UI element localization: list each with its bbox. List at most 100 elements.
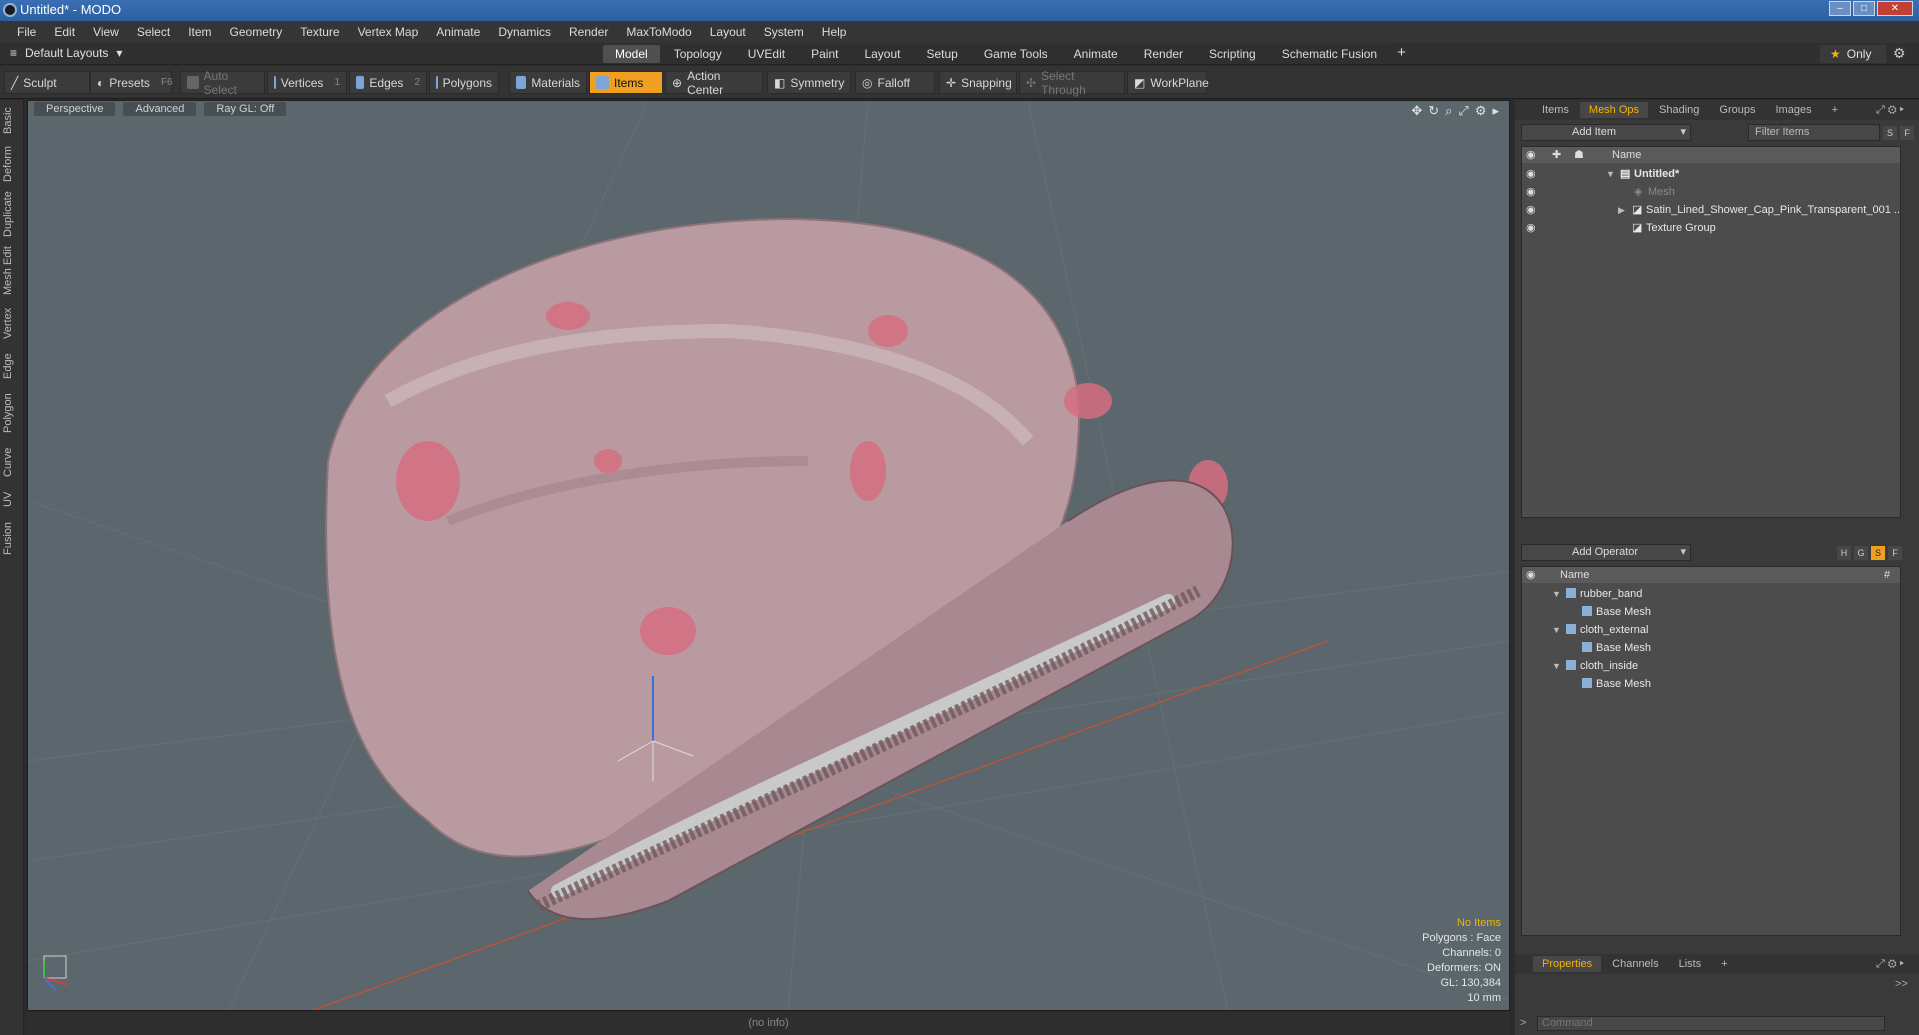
presets-button[interactable]: ◐ Presets F6 — [90, 71, 173, 94]
falloff-button[interactable]: ◎ Falloff — [855, 71, 935, 94]
tab-fusion[interactable]: Fusion — [2, 518, 22, 558]
rotate-icon[interactable]: ↻ — [1428, 103, 1439, 119]
edges-button[interactable]: Edges 2 — [349, 71, 427, 94]
tab-render[interactable]: Render — [1131, 45, 1196, 63]
tab-mesh-ops[interactable]: Mesh Ops — [1579, 102, 1649, 118]
tab-model[interactable]: Model — [603, 45, 660, 63]
tab-animate[interactable]: Animate — [1061, 45, 1130, 63]
tab-shading[interactable]: Shading — [1650, 102, 1708, 118]
eye-icon[interactable]: ◉ — [1526, 183, 1536, 201]
tab-deform[interactable]: Deform — [2, 144, 22, 184]
tab-properties[interactable]: Properties — [1533, 956, 1602, 972]
add-tab-button[interactable]: + — [1391, 45, 1412, 63]
tab-setup[interactable]: Setup — [914, 45, 970, 63]
menu-layout[interactable]: Layout — [701, 25, 755, 39]
menu-select[interactable]: Select — [128, 25, 179, 39]
tab-topology[interactable]: Topology — [661, 45, 734, 63]
add-item-dropdown[interactable]: Add Item ▾ — [1521, 124, 1691, 141]
tab-uv[interactable]: UV — [2, 488, 22, 510]
expand-triangle-icon[interactable]: ▼ — [1552, 585, 1561, 603]
zoom-icon[interactable]: ⌕ — [1445, 103, 1452, 119]
tab-uvedit[interactable]: UVEdit — [735, 45, 798, 63]
item-row-shower-cap[interactable]: ◉ ▶ ◪ Satin_Lined_Shower_Cap_Pink_Transp… — [1522, 201, 1900, 219]
expand-triangle-icon[interactable]: ▼ — [1552, 621, 1561, 639]
item-row-untitled[interactable]: ◉ ▼ ▤ Untitled* — [1522, 165, 1900, 183]
tab-curve[interactable]: Curve — [2, 444, 22, 480]
menu-system[interactable]: System — [755, 25, 813, 39]
meshops-h-button[interactable]: H — [1837, 546, 1851, 560]
shading-dropdown[interactable]: Advanced — [123, 102, 197, 116]
item-row-mesh[interactable]: ◉ ◈ Mesh — [1522, 183, 1900, 201]
meshops-f-button[interactable]: F — [1888, 546, 1902, 560]
select-through-button[interactable]: ✣ Select Through — [1019, 69, 1125, 97]
menu-file[interactable]: File — [8, 25, 45, 39]
tab-vertex[interactable]: Vertex — [2, 304, 22, 342]
tab-scripting[interactable]: Scripting — [1197, 45, 1268, 63]
only-toggle[interactable]: ★ Only — [1820, 45, 1886, 63]
panel-options-icon[interactable]: ⤢ ⚙ ▸ — [1867, 956, 1913, 973]
menu-render[interactable]: Render — [560, 25, 617, 39]
close-button[interactable]: ✕ — [1877, 1, 1913, 16]
expand-triangle-icon[interactable]: ▼ — [1552, 657, 1561, 675]
tab-groups[interactable]: Groups — [1710, 102, 1764, 118]
menu-item[interactable]: Item — [179, 25, 220, 39]
raygl-toggle[interactable]: Ray GL: Off — [204, 102, 287, 116]
snapping-button[interactable]: ✛ Snapping — [939, 71, 1017, 94]
add-operator-dropdown[interactable]: Add Operator ▾ — [1521, 544, 1691, 561]
tab-lists[interactable]: Lists — [1670, 956, 1711, 972]
filter-items-input[interactable]: Filter Items — [1748, 124, 1880, 141]
operator-row-cloth-external[interactable]: ▼ cloth_external — [1522, 621, 1900, 639]
menu-dynamics[interactable]: Dynamics — [489, 25, 560, 39]
tab-layout[interactable]: Layout — [852, 45, 913, 63]
tab-images[interactable]: Images — [1767, 102, 1821, 118]
3d-viewport[interactable]: Perspective Advanced Ray GL: Off ✥ ↻ ⌕ ⤢… — [27, 100, 1510, 1011]
menu-vertex-map[interactable]: Vertex Map — [349, 25, 428, 39]
expand-triangle-icon[interactable]: ▶ — [1618, 201, 1625, 219]
operator-row-base-mesh[interactable]: Base Mesh — [1522, 675, 1900, 693]
menu-geometry[interactable]: Geometry — [221, 25, 292, 39]
eye-icon[interactable]: ◉ — [1526, 219, 1536, 237]
symmetry-button[interactable]: ◧ Symmetry — [767, 71, 851, 94]
maximize-icon[interactable]: ⤢ — [1458, 103, 1468, 119]
menu-help[interactable]: Help — [813, 25, 856, 39]
command-input[interactable] — [1537, 1016, 1885, 1031]
eye-icon[interactable]: ◉ — [1526, 201, 1536, 219]
operator-row-base-mesh[interactable]: Base Mesh — [1522, 639, 1900, 657]
materials-button[interactable]: Materials — [509, 71, 587, 94]
tab-channels[interactable]: Channels — [1603, 956, 1667, 972]
maximize-button[interactable]: □ — [1853, 1, 1875, 16]
tab-items[interactable]: Items — [1533, 102, 1578, 118]
items-button[interactable]: Items — [589, 71, 663, 94]
action-center-button[interactable]: ⊕ Action Center — [665, 69, 763, 97]
gear-icon[interactable]: ⚙ — [1475, 103, 1487, 119]
meshops-g-button[interactable]: G — [1854, 546, 1868, 560]
add-tab-button[interactable]: + — [1823, 102, 1847, 118]
expand-panel-button[interactable]: >> — [1895, 978, 1908, 990]
layout-selector[interactable]: ≡ Default Layouts ▾ — [10, 46, 122, 60]
operator-row-cloth-inside[interactable]: ▼ cloth_inside — [1522, 657, 1900, 675]
tab-edge[interactable]: Edge — [2, 350, 22, 382]
menu-animate[interactable]: Animate — [427, 25, 489, 39]
auto-select-button[interactable]: Auto Select — [180, 69, 265, 97]
filter-f-button[interactable]: F — [1900, 126, 1914, 140]
view-type-dropdown[interactable]: Perspective — [34, 102, 116, 116]
operator-row-base-mesh[interactable]: Base Mesh — [1522, 603, 1900, 621]
tab-game-tools[interactable]: Game Tools — [971, 45, 1060, 63]
eye-icon[interactable]: ◉ — [1526, 165, 1536, 183]
menu-maxtomodo[interactable]: MaxToModo — [617, 25, 700, 39]
filter-s-button[interactable]: S — [1883, 126, 1897, 140]
pan-icon[interactable]: ✥ — [1411, 103, 1422, 119]
tab-duplicate[interactable]: Duplicate — [2, 190, 22, 238]
menu-edit[interactable]: Edit — [45, 25, 84, 39]
meshops-s-button[interactable]: S — [1871, 546, 1885, 560]
sculpt-button[interactable]: ╱ Sculpt — [4, 71, 90, 94]
workplane-button[interactable]: ◩ WorkPlane — [1127, 71, 1209, 94]
tab-mesh-edit[interactable]: Mesh Edit — [2, 246, 22, 296]
polygons-button[interactable]: Polygons — [429, 71, 499, 94]
menu-texture[interactable]: Texture — [291, 25, 348, 39]
panel-options-icon[interactable]: ⤢ ⚙ ▸ — [1867, 102, 1913, 119]
tab-polygon[interactable]: Polygon — [2, 390, 22, 436]
minimize-button[interactable]: – — [1829, 1, 1851, 16]
gear-icon[interactable]: ⚙ — [1893, 45, 1906, 62]
menu-view[interactable]: View — [84, 25, 128, 39]
